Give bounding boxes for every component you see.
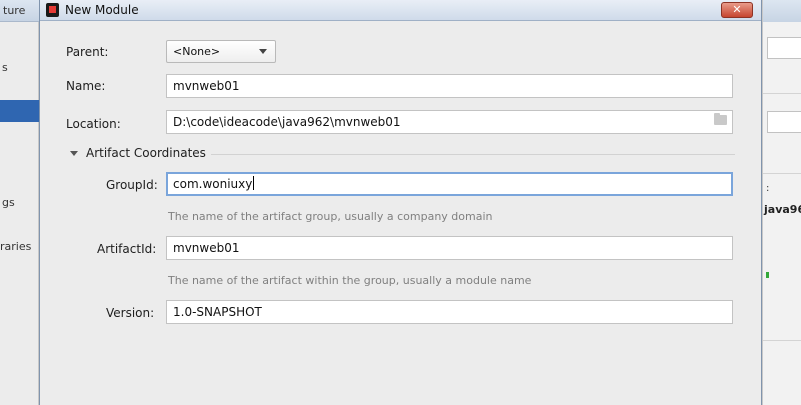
dialog-title-bar[interactable]: New Module ✕ — [40, 0, 761, 21]
version-label: Version: — [106, 306, 155, 320]
folder-icon[interactable] — [714, 113, 727, 125]
background-title-band — [763, 0, 801, 22]
artifact-coordinates-heading[interactable]: Artifact Coordinates — [86, 146, 206, 160]
artifactid-hint: The name of the artifact within the grou… — [168, 274, 532, 287]
groupid-label: GroupId: — [106, 178, 158, 192]
background-divider — [763, 93, 801, 94]
version-field-value: 1.0-SNAPSHOT — [173, 305, 262, 319]
section-divider — [211, 154, 735, 155]
parent-select[interactable]: <None> — [166, 40, 276, 63]
background-label: java96 — [764, 203, 801, 216]
parent-select-value: <None> — [173, 45, 221, 58]
groupid-hint: The name of the artifact group, usually … — [168, 210, 493, 223]
dialog-title: New Module — [65, 3, 139, 17]
project-structure-panel: ture s gs raries — [0, 0, 39, 405]
background-mark: : — [766, 183, 770, 194]
background-divider — [763, 340, 801, 341]
artifactid-field-value: mvnweb01 — [173, 241, 240, 255]
location-field[interactable]: D:\code\ideacode\java962\mvnweb01 — [166, 110, 733, 134]
background-field — [767, 111, 801, 133]
artifactid-label: ArtifactId: — [97, 242, 157, 256]
chevron-down-icon — [259, 49, 267, 54]
sidebar-item-modules[interactable]: s — [2, 61, 8, 74]
version-field[interactable]: 1.0-SNAPSHOT — [166, 300, 733, 324]
name-field-value: mvnweb01 — [173, 79, 240, 93]
close-button[interactable]: ✕ — [721, 2, 753, 18]
background-right-panel: : java96 — [762, 0, 801, 405]
name-label: Name: — [66, 79, 106, 93]
location-label: Location: — [66, 117, 121, 131]
sidebar-item-selected[interactable] — [0, 100, 39, 122]
location-field-value: D:\code\ideacode\java962\mvnweb01 — [173, 115, 401, 129]
background-status-mark — [766, 272, 769, 278]
groupid-field[interactable]: com.woniuxy — [166, 172, 733, 196]
panel-title-bar: ture — [0, 0, 39, 22]
parent-label: Parent: — [66, 45, 109, 59]
panel-title: ture — [3, 4, 26, 17]
background-field — [767, 37, 801, 59]
name-field[interactable]: mvnweb01 — [166, 74, 733, 98]
sidebar-item-libraries[interactable]: raries — [0, 240, 31, 253]
background-divider — [763, 173, 801, 174]
sidebar-item-settings[interactable]: gs — [2, 196, 15, 209]
groupid-field-value: com.woniuxy — [173, 177, 253, 191]
artifactid-field[interactable]: mvnweb01 — [166, 236, 733, 260]
intellij-app-icon — [46, 3, 59, 17]
text-caret — [253, 176, 255, 190]
new-module-dialog: New Module ✕ Parent: <None> Name: mvnweb… — [39, 0, 762, 405]
triangle-down-icon[interactable] — [70, 151, 78, 156]
